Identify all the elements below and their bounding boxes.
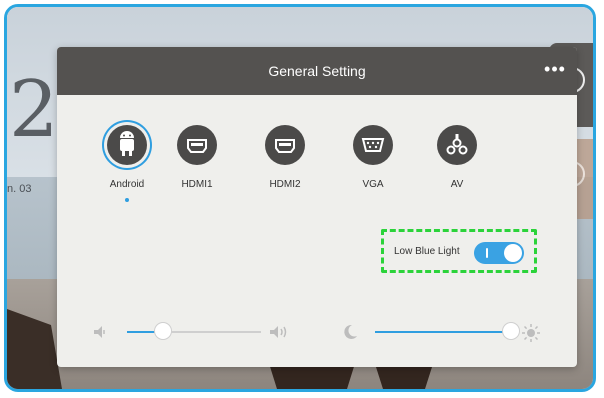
vga-icon (353, 125, 393, 165)
general-setting-dialog: General Setting ••• Android HDMI1 HDMI2 … (57, 47, 577, 367)
slider-row (57, 319, 577, 359)
dialog-title: General Setting (268, 63, 366, 79)
brightness-slider-fill (375, 331, 511, 333)
source-hdmi1[interactable]: HDMI1 (157, 125, 237, 190)
low-blue-light-label: Low Blue Light (394, 246, 460, 257)
source-av[interactable]: AV (417, 125, 497, 190)
av-icon (437, 125, 477, 165)
low-blue-light-setting: Low Blue Light (381, 229, 537, 273)
volume-slider[interactable] (127, 323, 261, 339)
volume-slider-thumb[interactable] (155, 323, 171, 339)
brightness-slider-thumb[interactable] (503, 323, 519, 339)
low-blue-light-toggle[interactable] (474, 242, 524, 264)
source-hdmi2[interactable]: HDMI2 (245, 125, 325, 190)
source-label: HDMI2 (269, 179, 301, 190)
source-label: VGA (362, 179, 384, 190)
toggle-knob[interactable] (504, 244, 522, 262)
home-date: n. 03 (7, 183, 32, 195)
source-label: Android (109, 179, 145, 190)
volume-low-icon (94, 326, 105, 338)
brightness-slider[interactable] (375, 323, 519, 339)
toggle-on-mark (486, 248, 488, 258)
source-vga[interactable]: VGA (333, 125, 413, 190)
home-clock: 2 (9, 65, 59, 155)
volume-high-icon (270, 326, 287, 338)
hdmi-icon (265, 125, 305, 165)
source-android[interactable]: Android (87, 125, 167, 202)
input-source-list: Android HDMI1 HDMI2 VGA AV (87, 125, 477, 215)
hdmi-icon (177, 125, 217, 165)
dialog-titlebar: General Setting ••• (57, 47, 577, 95)
active-source-indicator (125, 198, 129, 202)
moon-icon (344, 324, 357, 339)
screen-frame: 2 n. 03 er General Setting ••• (4, 4, 596, 392)
source-label: AV (450, 179, 464, 190)
source-label: HDMI1 (181, 179, 213, 190)
android-icon (107, 125, 147, 165)
more-options-icon[interactable]: ••• (543, 60, 567, 78)
sun-icon (522, 324, 540, 342)
